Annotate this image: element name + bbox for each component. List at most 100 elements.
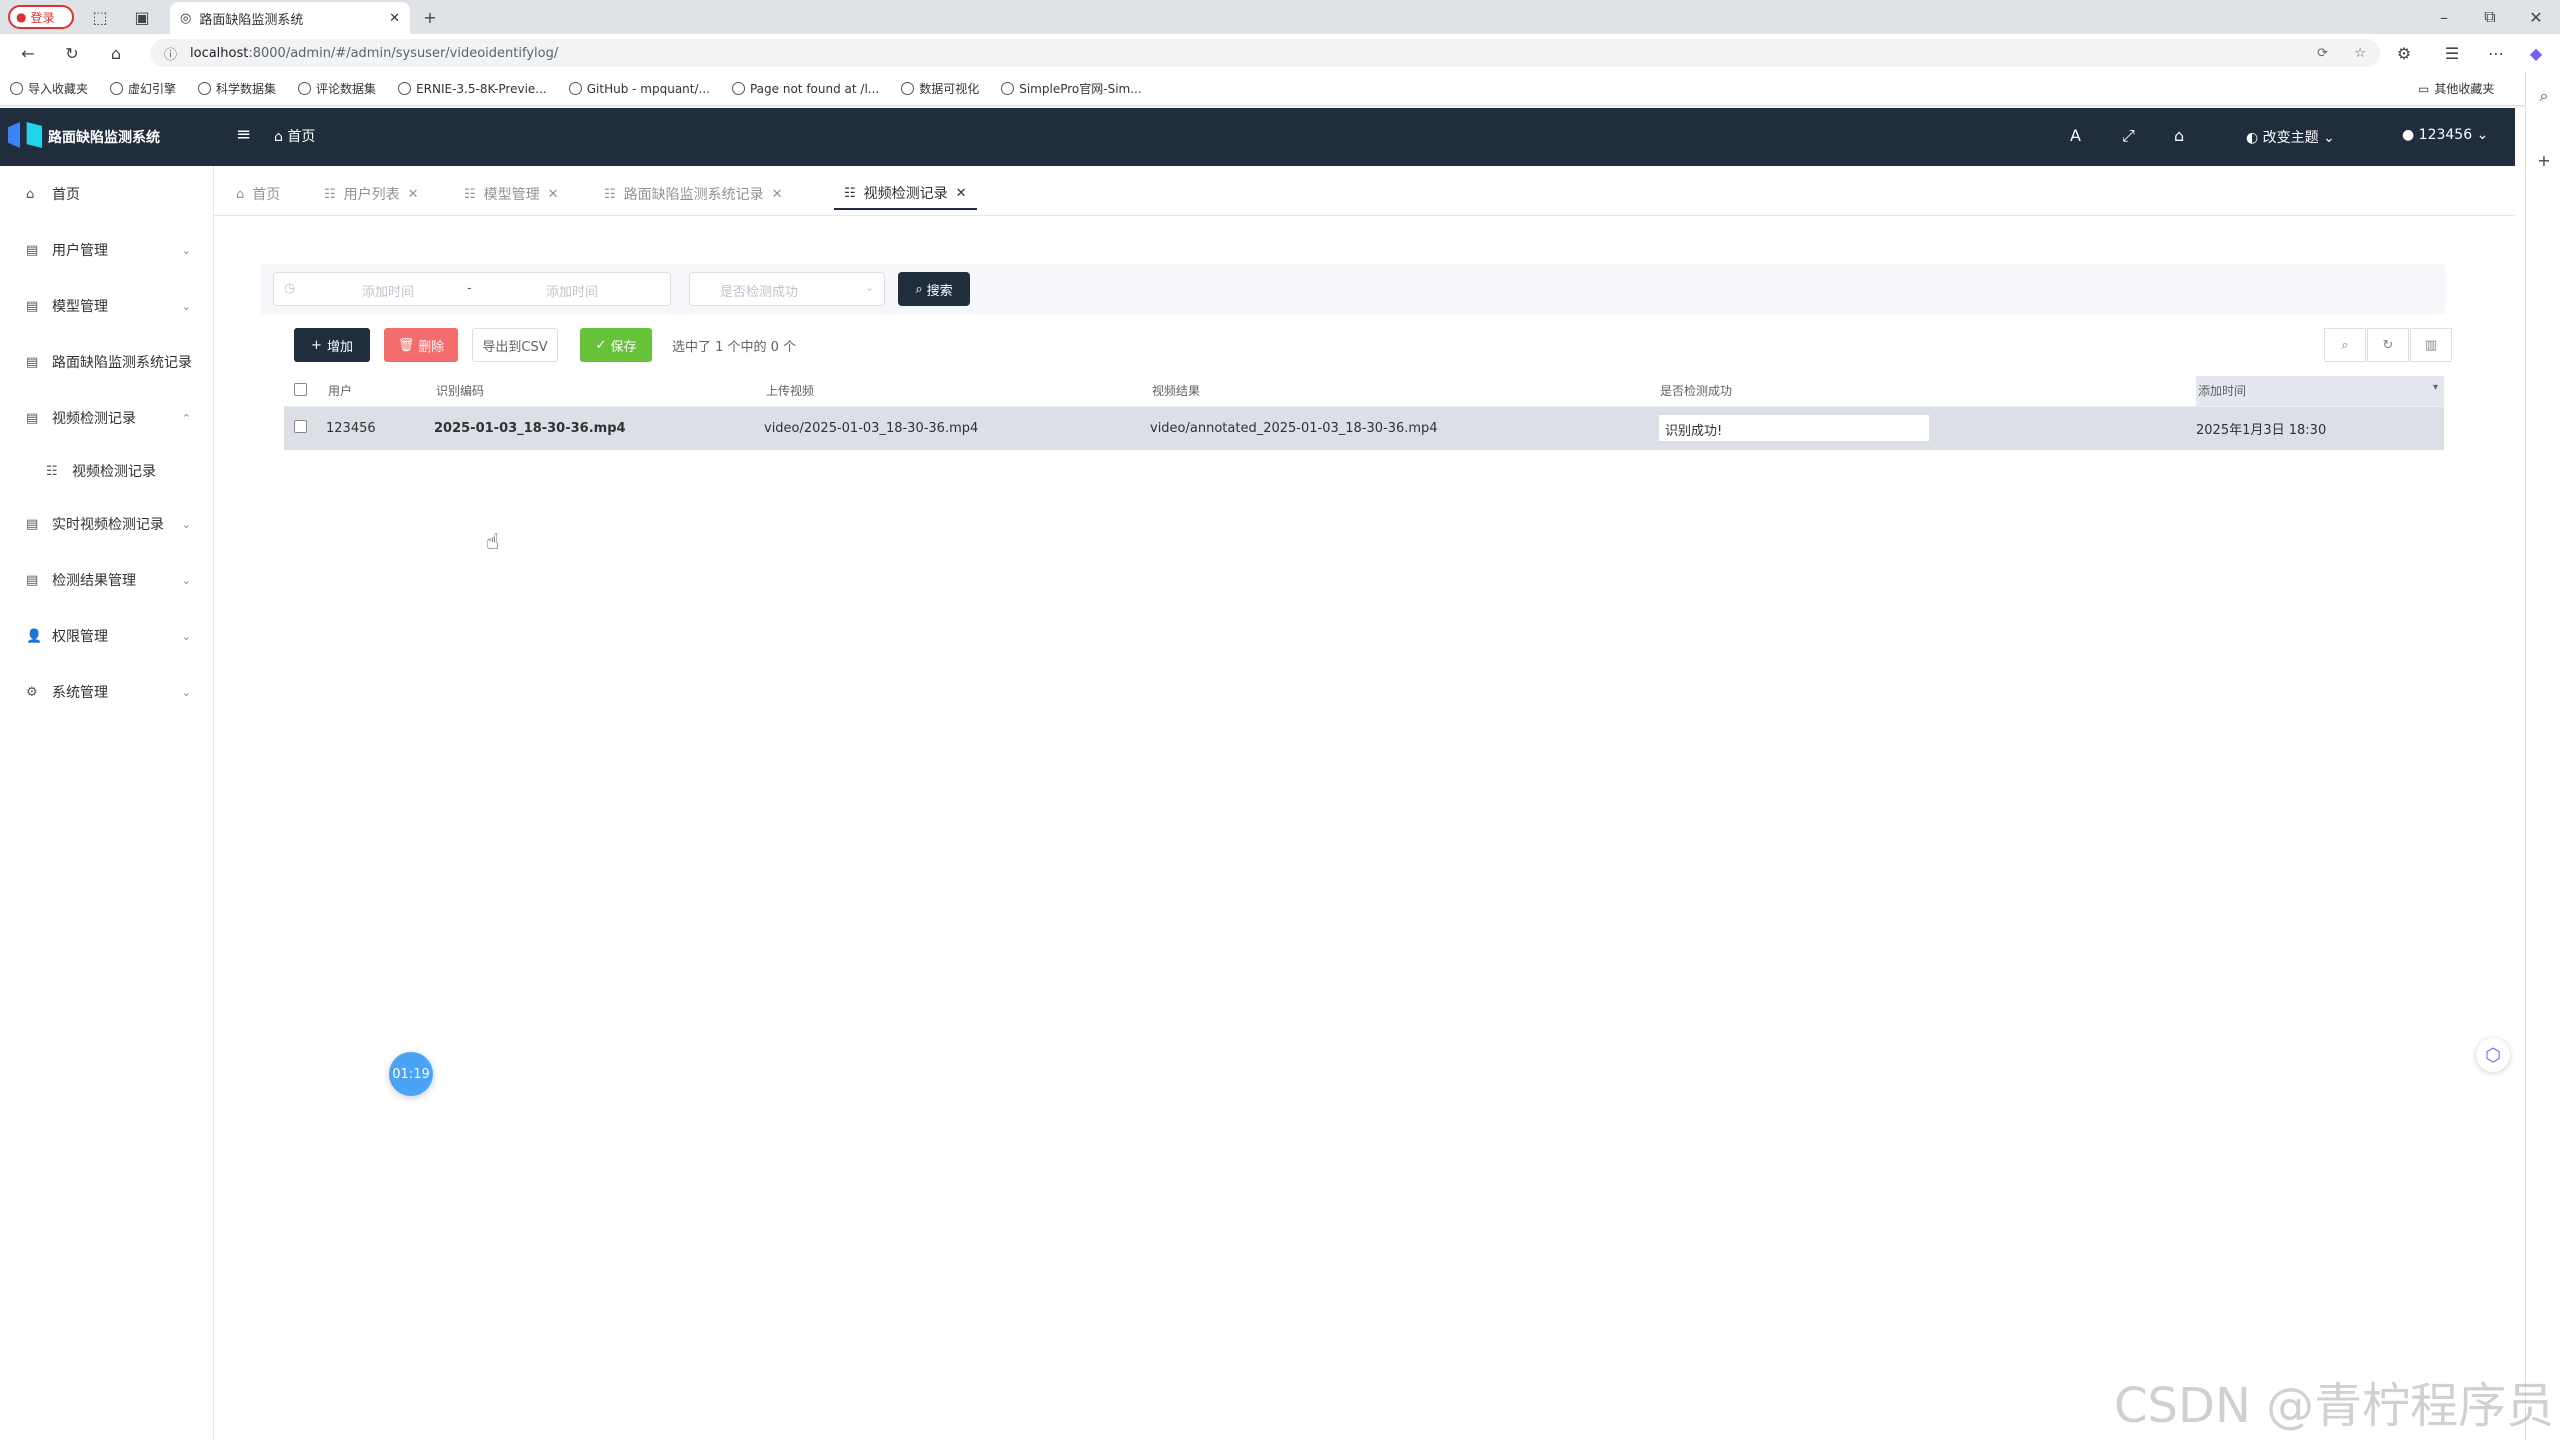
bookmark-item[interactable]: 虚幻引擎 (110, 80, 176, 97)
list-icon: ☷ (464, 186, 476, 202)
columns-button[interactable]: ▥ (2410, 328, 2452, 362)
column-header-upload[interactable]: 上传视频 (764, 376, 1150, 407)
favorite-star-icon[interactable]: ☆ (2354, 46, 2366, 61)
list-icon: ☷ (604, 186, 616, 202)
extensions-icon[interactable]: ⚙ (2390, 39, 2418, 67)
bookmark-item[interactable]: Page not found at /l... (731, 81, 880, 96)
tab-label: 视频检测记录 (863, 186, 948, 202)
export-csv-button[interactable]: 导出到CSV (472, 328, 558, 362)
profile-button[interactable]: ● 登录 (8, 5, 74, 29)
close-icon[interactable]: ✕ (772, 187, 783, 202)
bookmark-label: 数据可视化 (919, 82, 980, 96)
filter-bar: ◷ 添加时间 - 添加时间 是否检测成功 ⌄ ⌕ 搜索 (261, 264, 2446, 314)
gear-icon: ⚙ (26, 684, 38, 700)
home-icon[interactable]: ⌂ (2174, 126, 2184, 145)
sidebar-item-results-management[interactable]: ▤ 检测结果管理 ⌄ (0, 552, 213, 608)
sidebar-item-video-records[interactable]: ▤ 视频检测记录 ⌃ (0, 390, 213, 446)
row-checkbox[interactable] (294, 419, 307, 433)
sidebar-item-home[interactable]: ⌂ 首页 (0, 166, 213, 222)
sidebar-item-defect-records[interactable]: ▤ 路面缺陷监测系统记录 (0, 334, 213, 390)
home-icon[interactable]: ⌂ (102, 39, 130, 67)
tab-actions-icon[interactable]: ▣ (128, 3, 156, 31)
copilot-icon[interactable]: ◆ (2522, 39, 2550, 67)
bookmark-item[interactable]: ERNIE-3.5-8K-Previe... (398, 82, 547, 96)
close-tab-icon[interactable]: ✕ (389, 11, 400, 26)
bookmark-item[interactable]: 科学数据集 (198, 80, 276, 97)
column-header-success[interactable]: 是否检测成功 (1658, 376, 2196, 407)
close-window-icon[interactable]: ✕ (2522, 3, 2550, 31)
sidebar-item-model-management[interactable]: ▤ 模型管理 ⌄ (0, 278, 213, 334)
add-button[interactable]: + 增加 (294, 328, 370, 362)
browser-tab-title: 路面缺陷监测系统 (199, 12, 304, 28)
tab-home[interactable]: ⌂ 首页 (226, 178, 290, 210)
sidebar-item-system[interactable]: ⚙ 系统管理 ⌄ (0, 664, 213, 720)
add-panel-icon[interactable]: + (2530, 146, 2558, 174)
user-dropdown[interactable]: ● 123456 ⌄ (2402, 127, 2488, 143)
sidebar-item-permissions[interactable]: 👤 权限管理 ⌄ (0, 608, 213, 664)
cell-code-link[interactable]: 2025-01-03_18-30-36.mp4 (434, 406, 764, 450)
bookmark-item[interactable]: SimplePro官网-Sim... (1001, 80, 1142, 97)
reload-icon[interactable]: ↻ (58, 39, 86, 67)
tab-defect-records[interactable]: ☷ 路面缺陷监测系统记录 ✕ (594, 178, 793, 210)
cell-result: video/annotated_2025-01-03_18-30-36.mp4 (1150, 406, 1658, 450)
more-menu-icon[interactable]: ⋯ (2482, 39, 2510, 67)
bookmark-item[interactable]: 数据可视化 (901, 80, 979, 97)
save-button[interactable]: ✓ 保存 (580, 328, 652, 362)
minimize-icon[interactable]: – (2430, 3, 2458, 31)
bookmark-icon (110, 82, 124, 95)
translate-icon[interactable]: ⟳ (2317, 46, 2328, 61)
refresh-button[interactable]: ↻ (2367, 328, 2409, 362)
close-icon[interactable]: ✕ (408, 187, 419, 202)
column-header-result[interactable]: 视频结果 (1150, 376, 1658, 407)
bookmark-label: Page not found at /l... (749, 81, 880, 96)
mouse-cursor-icon: ☝ (486, 530, 500, 555)
list-icon: ☷ (324, 186, 336, 202)
search-toggle-button[interactable]: ⌕ (2324, 328, 2366, 362)
back-icon[interactable]: ← (14, 39, 42, 67)
table-row[interactable]: 123456 2025-01-03_18-30-36.mp4 video/202… (284, 406, 2444, 450)
sidebar-item-realtime-records[interactable]: ▤ 实时视频检测记录 ⌄ (0, 496, 213, 552)
tab-model-management[interactable]: ☷ 模型管理 ✕ (454, 178, 569, 210)
new-tab-icon[interactable]: + (416, 3, 444, 31)
search-icon[interactable]: ⌕ (2530, 82, 2558, 110)
assistant-float-button[interactable]: ⬡ (2476, 1038, 2510, 1072)
url-field[interactable]: ⓘ localhost:8000/admin/#/admin/sysuser/v… (150, 39, 2380, 67)
recording-timer[interactable]: 01:19 (389, 1052, 433, 1096)
browser-tab-active[interactable]: ◎ 路面缺陷监测系统 ✕ (170, 2, 410, 34)
column-header-time[interactable]: 添加时间 ▾ (2196, 376, 2444, 407)
bookmark-item[interactable]: 评论数据集 (298, 80, 376, 97)
table-icon: ▤ (26, 410, 39, 426)
other-bookmarks[interactable]: ▭ 其他收藏夹 (2418, 80, 2494, 97)
tab-label: 路面缺陷监测系统记录 (623, 187, 764, 203)
workspaces-icon[interactable]: ⬚ (86, 3, 114, 31)
success-filter-select[interactable]: 是否检测成功 ⌄ (689, 272, 885, 306)
column-header-code[interactable]: 识别编码 (434, 376, 764, 407)
url-path: :8000/admin/#/admin/sysuser/videoidentif… (248, 45, 559, 61)
delete-button[interactable]: 🗑 删除 (384, 328, 458, 362)
success-input[interactable]: 识别成功! (1658, 414, 1930, 443)
fullscreen-icon[interactable]: ⤢ (2122, 126, 2135, 146)
restore-icon[interactable]: ⧉ (2476, 3, 2504, 31)
close-icon[interactable]: ✕ (548, 187, 559, 202)
globe-icon: ◎ (180, 10, 192, 26)
sidebar-item-user-management[interactable]: ▤ 用户管理 ⌄ (0, 222, 213, 278)
select-all-checkbox[interactable] (294, 382, 307, 396)
tab-video-records[interactable]: ☷ 视频检测记录 ✕ (834, 178, 977, 210)
close-icon[interactable]: ✕ (956, 186, 967, 201)
theme-dropdown[interactable]: ◐ 改变主题 ⌄ (2246, 127, 2335, 147)
search-icon: ⌕ (2341, 337, 2349, 353)
browser-side-panel: ⌕ + (2525, 72, 2560, 1440)
menu-toggle-icon[interactable]: ≡ (236, 124, 251, 145)
favorites-icon[interactable]: ☰ (2438, 39, 2466, 67)
bookmark-icon (398, 82, 412, 95)
date-range-picker[interactable]: ◷ 添加时间 - 添加时间 (273, 272, 671, 306)
nav-home-link[interactable]: ⌂ 首页 (274, 126, 315, 146)
bookmark-item[interactable]: 导入收藏夹 (10, 80, 88, 97)
font-size-icon[interactable]: A (2070, 126, 2081, 145)
search-button[interactable]: ⌕ 搜索 (898, 272, 970, 306)
column-header-user[interactable]: 用户 (326, 376, 434, 407)
bookmark-item[interactable]: GitHub - mpquant/... (568, 82, 710, 96)
sidebar-subitem-video-records[interactable]: ☷ 视频检测记录 (0, 446, 213, 496)
bookmark-icon (731, 82, 745, 95)
tab-user-list[interactable]: ☷ 用户列表 ✕ (314, 178, 429, 210)
